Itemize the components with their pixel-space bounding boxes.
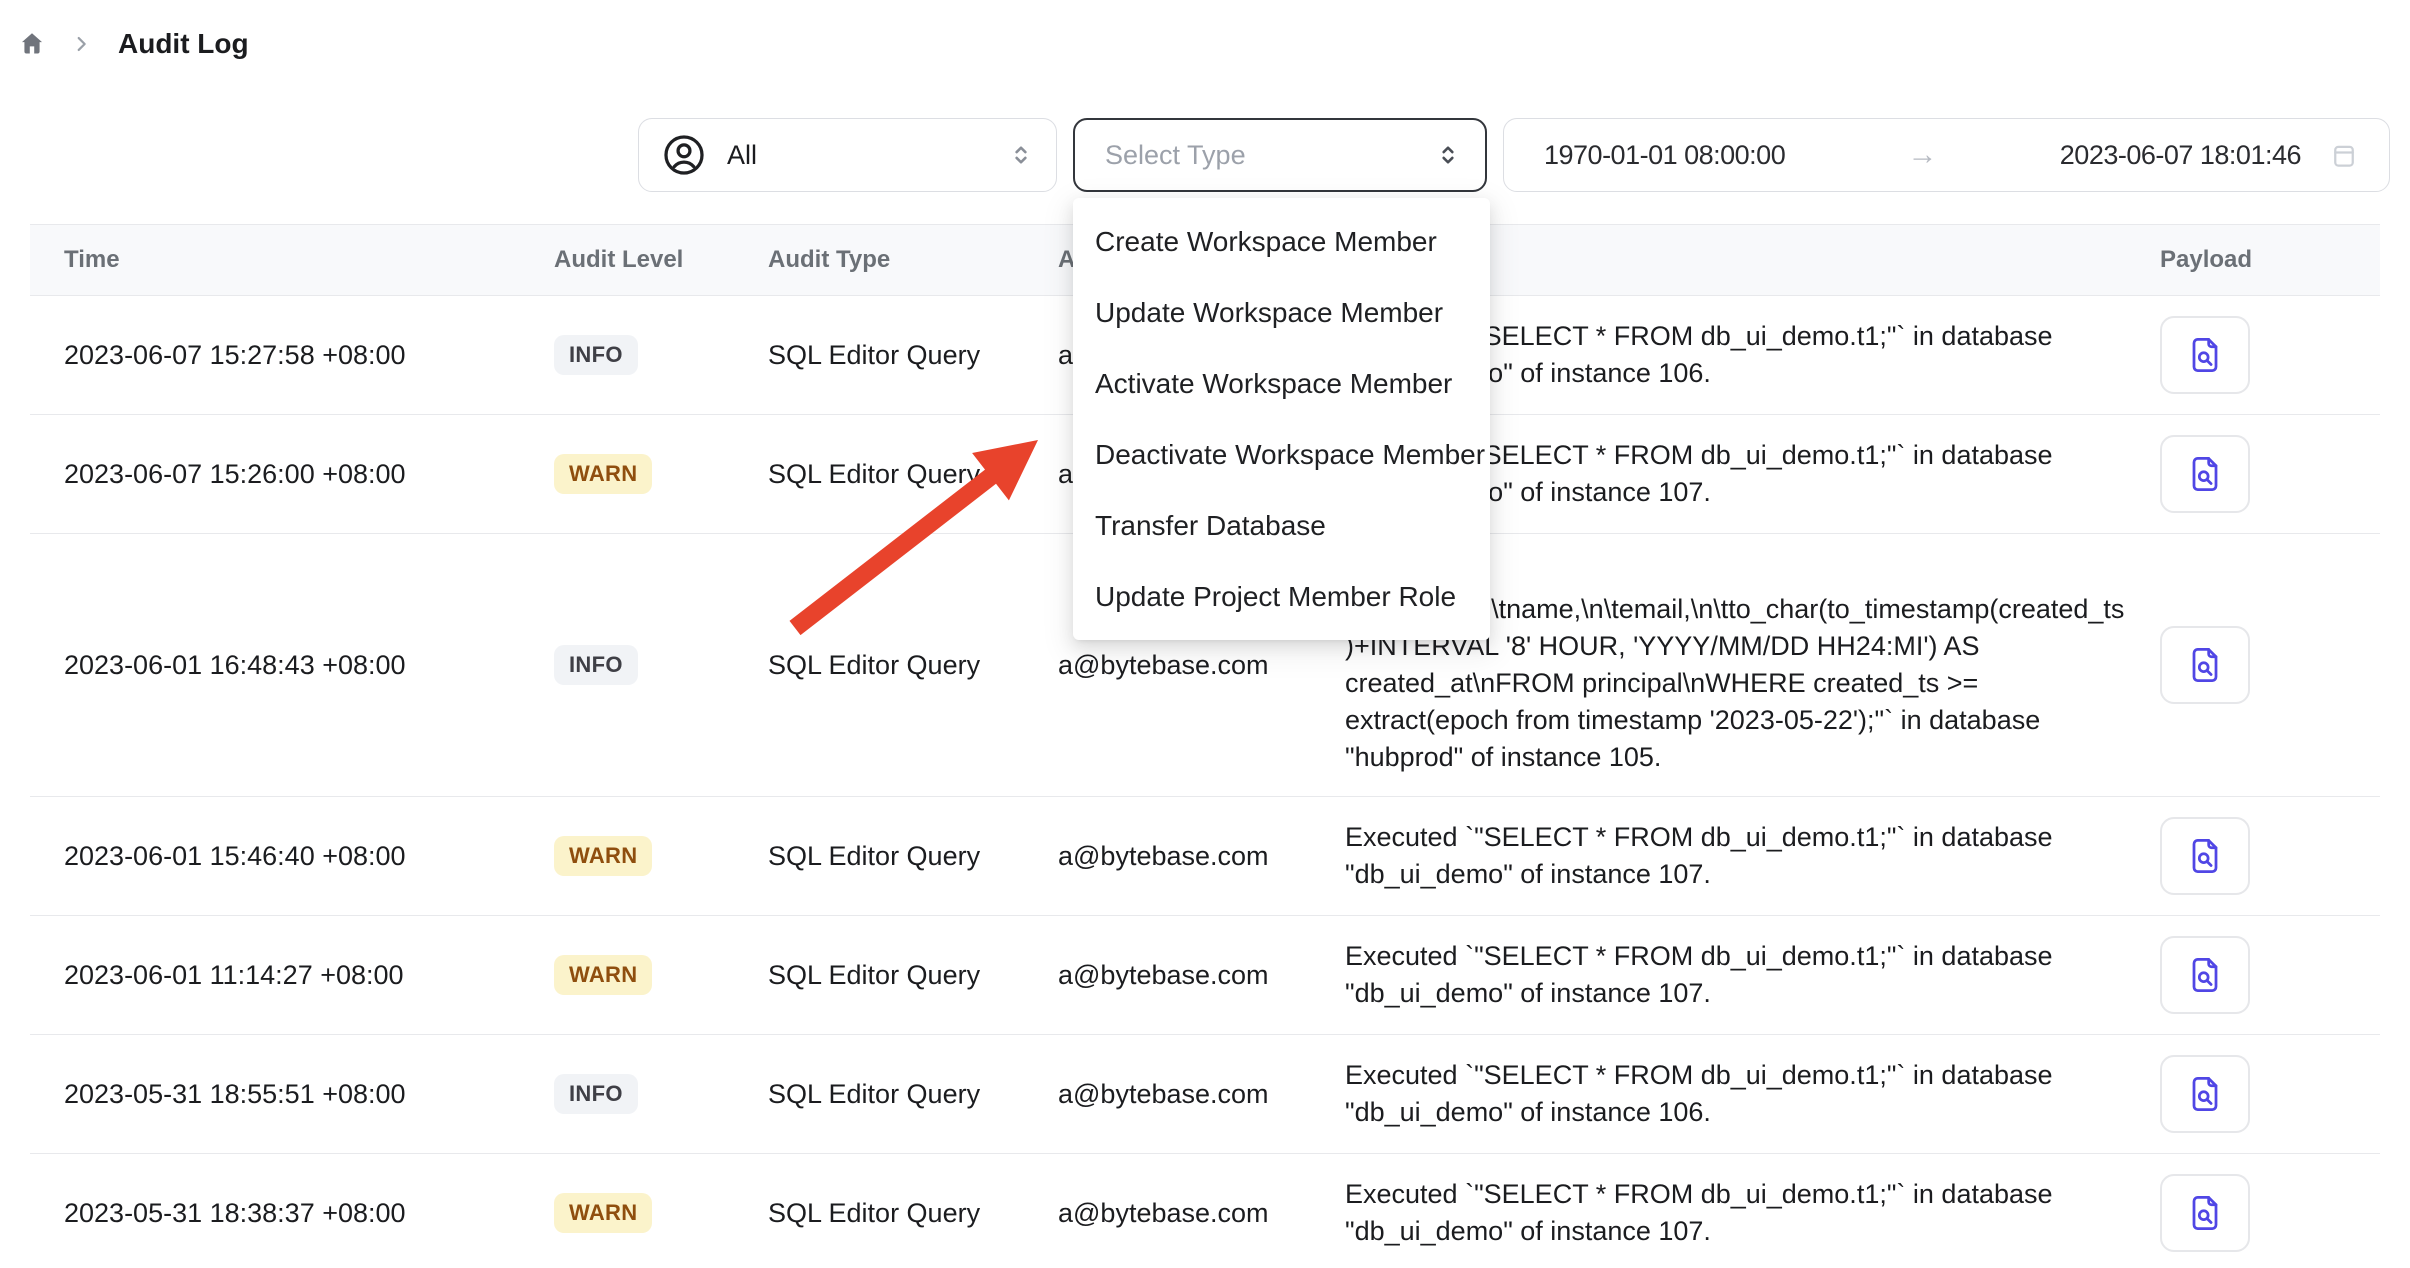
time-cell: 2023-06-01 16:48:43 +08:00 [30,650,554,681]
audit-level-cell: INFO [554,1074,768,1114]
time-cell: 2023-05-31 18:38:37 +08:00 [30,1198,554,1229]
header-payload: Payload [2160,246,2380,274]
menu-item-transfer-database[interactable]: Transfer Database [1073,490,1490,561]
header-audit-level: Audit Level [554,246,768,274]
file-search-icon [2183,1191,2227,1235]
actor-cell: a@bytebase.com [1058,841,1345,872]
menu-item-create-workspace-member[interactable]: Create Workspace Member [1073,206,1490,277]
actor-filter-value: All [727,140,757,171]
payload-cell [2160,936,2380,1014]
audit-level-cell: INFO [554,645,768,685]
audit-type-cell: SQL Editor Query [768,841,1058,872]
chevron-right-icon [70,33,92,55]
actor-cell: a@bytebase.com [1058,650,1345,681]
actor-filter-select[interactable]: All [638,118,1057,192]
audit-level-badge: WARN [554,454,652,494]
payload-cell [2160,626,2380,704]
header-time: Time [30,246,554,274]
home-icon[interactable] [18,30,46,58]
audit-level-cell: WARN [554,836,768,876]
comment-cell: Executed `"SELECT * FROM db_ui_demo.t1;"… [1345,938,2160,1012]
audit-level-badge: INFO [554,335,638,375]
file-search-icon [2183,333,2227,377]
type-filter-select[interactable]: Select Type [1073,118,1487,192]
file-search-icon [2183,1072,2227,1116]
menu-item-update-workspace-member[interactable]: Update Workspace Member [1073,277,1490,348]
file-search-icon [2183,452,2227,496]
filter-bar: All Select Type 1970-01-01 08:00:00 → 20… [638,118,2390,192]
audit-level-badge: INFO [554,645,638,685]
menu-item-update-project-member-role[interactable]: Update Project Member Role [1073,561,1490,632]
audit-type-cell: SQL Editor Query [768,1079,1058,1110]
audit-level-badge: WARN [554,955,652,995]
payload-cell [2160,1055,2380,1133]
type-filter-menu: Create Workspace Member Update Workspace… [1073,198,1490,640]
audit-level-cell: WARN [554,1193,768,1233]
menu-item-activate-workspace-member[interactable]: Activate Workspace Member [1073,348,1490,419]
arrow-right-icon: → [1908,138,1938,172]
payload-view-button[interactable] [2160,316,2250,394]
file-search-icon [2183,953,2227,997]
payload-view-button[interactable] [2160,1055,2250,1133]
audit-type-cell: SQL Editor Query [768,650,1058,681]
payload-view-button[interactable] [2160,626,2250,704]
payload-view-button[interactable] [2160,435,2250,513]
time-cell: 2023-06-07 15:27:58 +08:00 [30,340,554,371]
actor-cell: a@bytebase.com [1058,1079,1345,1110]
payload-cell [2160,435,2380,513]
audit-level-cell: INFO [554,335,768,375]
page-title: Audit Log [118,28,249,60]
audit-type-cell: SQL Editor Query [768,960,1058,991]
table-row: 2023-06-01 15:46:40 +08:00 WARN SQL Edit… [30,797,2380,916]
audit-level-badge: WARN [554,836,652,876]
type-filter-placeholder: Select Type [1105,140,1246,171]
date-range-end: 2023-06-07 18:01:46 [2060,140,2301,171]
chevron-updown-icon [1435,142,1461,168]
file-search-icon [2183,643,2227,687]
audit-log-page: Audit Log All Select Type 1970-01-01 08:… [0,0,2410,1268]
audit-level-cell: WARN [554,454,768,494]
audit-type-cell: SQL Editor Query [768,340,1058,371]
table-row: 2023-05-31 18:38:37 +08:00 WARN SQL Edit… [30,1154,2380,1268]
comment-cell: Executed `"SELECT * FROM db_ui_demo.t1;"… [1345,1057,2160,1131]
comment-cell: Executed `"SELECT * FROM db_ui_demo.t1;"… [1345,819,2160,893]
file-search-icon [2183,834,2227,878]
payload-view-button[interactable] [2160,1174,2250,1252]
payload-view-button[interactable] [2160,817,2250,895]
time-cell: 2023-06-01 15:46:40 +08:00 [30,841,554,872]
payload-cell [2160,316,2380,394]
audit-type-cell: SQL Editor Query [768,1198,1058,1229]
date-range-start: 1970-01-01 08:00:00 [1544,140,1785,171]
payload-cell [2160,1174,2380,1252]
time-cell: 2023-06-07 15:26:00 +08:00 [30,459,554,490]
chevron-updown-icon [1008,142,1034,168]
payload-cell [2160,817,2380,895]
audit-type-cell: SQL Editor Query [768,459,1058,490]
user-circle-icon [661,132,707,178]
header-audit-type: Audit Type [768,246,1058,274]
audit-level-badge: INFO [554,1074,638,1114]
time-cell: 2023-06-01 11:14:27 +08:00 [30,960,554,991]
menu-item-deactivate-workspace-member[interactable]: Deactivate Workspace Member [1073,419,1490,490]
payload-view-button[interactable] [2160,936,2250,1014]
calendar-icon [2329,140,2359,170]
breadcrumb: Audit Log [18,28,249,60]
audit-level-badge: WARN [554,1193,652,1233]
time-cell: 2023-05-31 18:55:51 +08:00 [30,1079,554,1110]
comment-cell: Executed `"SELECT * FROM db_ui_demo.t1;"… [1345,1176,2160,1250]
table-row: 2023-06-01 11:14:27 +08:00 WARN SQL Edit… [30,916,2380,1035]
audit-level-cell: WARN [554,955,768,995]
date-range-picker[interactable]: 1970-01-01 08:00:00 → 2023-06-07 18:01:4… [1503,118,2390,192]
actor-cell: a@bytebase.com [1058,960,1345,991]
actor-cell: a@bytebase.com [1058,1198,1345,1229]
table-row: 2023-05-31 18:55:51 +08:00 INFO SQL Edit… [30,1035,2380,1154]
